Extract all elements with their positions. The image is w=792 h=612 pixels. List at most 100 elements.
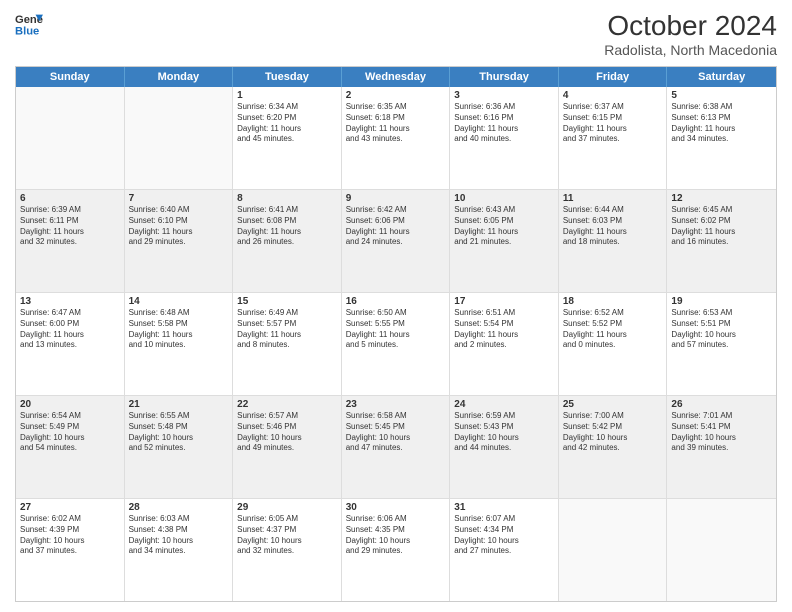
day-number: 18: [563, 296, 663, 307]
header-day-monday: Monday: [125, 67, 234, 87]
day-number: 19: [671, 296, 772, 307]
page: General Blue October 2024 Radolista, Nor…: [0, 0, 792, 612]
cell-info-line: and 8 minutes.: [237, 340, 337, 351]
cell-info-line: Sunset: 5:46 PM: [237, 422, 337, 433]
calendar-cell: [559, 499, 668, 601]
cell-info-line: Sunset: 5:49 PM: [20, 422, 120, 433]
cell-info-line: Daylight: 11 hours: [237, 227, 337, 238]
header-day-sunday: Sunday: [16, 67, 125, 87]
cell-info-line: Daylight: 11 hours: [454, 124, 554, 135]
cell-info-line: Daylight: 10 hours: [20, 536, 120, 547]
cell-info-line: Sunrise: 6:44 AM: [563, 205, 663, 216]
cell-info-line: Sunrise: 6:48 AM: [129, 308, 229, 319]
calendar-cell: 20Sunrise: 6:54 AMSunset: 5:49 PMDayligh…: [16, 396, 125, 498]
cell-info-line: Sunrise: 6:39 AM: [20, 205, 120, 216]
cell-info-line: Sunset: 6:08 PM: [237, 216, 337, 227]
day-number: 8: [237, 193, 337, 204]
cell-info-line: Sunrise: 6:35 AM: [346, 102, 446, 113]
svg-text:Blue: Blue: [15, 25, 39, 37]
day-number: 20: [20, 399, 120, 410]
day-number: 27: [20, 502, 120, 513]
calendar-cell: 10Sunrise: 6:43 AMSunset: 6:05 PMDayligh…: [450, 190, 559, 292]
calendar-cell: 13Sunrise: 6:47 AMSunset: 6:00 PMDayligh…: [16, 293, 125, 395]
day-number: 30: [346, 502, 446, 513]
day-number: 23: [346, 399, 446, 410]
calendar-row-0: 1Sunrise: 6:34 AMSunset: 6:20 PMDaylight…: [16, 87, 776, 190]
calendar-cell: 14Sunrise: 6:48 AMSunset: 5:58 PMDayligh…: [125, 293, 234, 395]
day-number: 4: [563, 90, 663, 101]
day-number: 22: [237, 399, 337, 410]
cell-info-line: Sunset: 4:39 PM: [20, 525, 120, 536]
cell-info-line: Daylight: 10 hours: [454, 536, 554, 547]
cell-info-line: and 13 minutes.: [20, 340, 120, 351]
day-number: 28: [129, 502, 229, 513]
cell-info-line: Sunrise: 6:52 AM: [563, 308, 663, 319]
cell-info-line: Sunset: 5:55 PM: [346, 319, 446, 330]
cell-info-line: Daylight: 11 hours: [563, 227, 663, 238]
cell-info-line: Daylight: 10 hours: [346, 433, 446, 444]
calendar-cell: 3Sunrise: 6:36 AMSunset: 6:16 PMDaylight…: [450, 87, 559, 189]
cell-info-line: Sunrise: 7:00 AM: [563, 411, 663, 422]
cell-info-line: and 40 minutes.: [454, 134, 554, 145]
day-number: 15: [237, 296, 337, 307]
cell-info-line: Daylight: 10 hours: [129, 536, 229, 547]
cell-info-line: and 32 minutes.: [237, 546, 337, 557]
cell-info-line: Sunset: 5:51 PM: [671, 319, 772, 330]
cell-info-line: Sunset: 6:02 PM: [671, 216, 772, 227]
cell-info-line: Daylight: 10 hours: [671, 433, 772, 444]
calendar-cell: 7Sunrise: 6:40 AMSunset: 6:10 PMDaylight…: [125, 190, 234, 292]
calendar-row-3: 20Sunrise: 6:54 AMSunset: 5:49 PMDayligh…: [16, 396, 776, 499]
cell-info-line: Sunrise: 6:57 AM: [237, 411, 337, 422]
cell-info-line: Sunrise: 6:34 AM: [237, 102, 337, 113]
cell-info-line: Daylight: 10 hours: [20, 433, 120, 444]
cell-info-line: and 2 minutes.: [454, 340, 554, 351]
cell-info-line: Sunrise: 6:03 AM: [129, 514, 229, 525]
calendar: SundayMondayTuesdayWednesdayThursdayFrid…: [15, 66, 777, 602]
calendar-cell: 5Sunrise: 6:38 AMSunset: 6:13 PMDaylight…: [667, 87, 776, 189]
cell-info-line: Sunset: 5:42 PM: [563, 422, 663, 433]
cell-info-line: and 47 minutes.: [346, 443, 446, 454]
cell-info-line: Sunrise: 6:47 AM: [20, 308, 120, 319]
location-subtitle: Radolista, North Macedonia: [604, 42, 777, 58]
cell-info-line: and 57 minutes.: [671, 340, 772, 351]
cell-info-line: and 45 minutes.: [237, 134, 337, 145]
calendar-cell: 12Sunrise: 6:45 AMSunset: 6:02 PMDayligh…: [667, 190, 776, 292]
cell-info-line: Sunset: 5:52 PM: [563, 319, 663, 330]
cell-info-line: Sunset: 5:54 PM: [454, 319, 554, 330]
day-number: 7: [129, 193, 229, 204]
cell-info-line: Daylight: 10 hours: [671, 330, 772, 341]
cell-info-line: and 52 minutes.: [129, 443, 229, 454]
day-number: 25: [563, 399, 663, 410]
cell-info-line: and 34 minutes.: [671, 134, 772, 145]
cell-info-line: Sunset: 6:15 PM: [563, 113, 663, 124]
day-number: 26: [671, 399, 772, 410]
cell-info-line: Daylight: 11 hours: [129, 330, 229, 341]
day-number: 5: [671, 90, 772, 101]
cell-info-line: and 42 minutes.: [563, 443, 663, 454]
cell-info-line: Daylight: 11 hours: [671, 227, 772, 238]
calendar-cell: 2Sunrise: 6:35 AMSunset: 6:18 PMDaylight…: [342, 87, 451, 189]
cell-info-line: Daylight: 10 hours: [237, 536, 337, 547]
header-day-wednesday: Wednesday: [342, 67, 451, 87]
day-number: 11: [563, 193, 663, 204]
cell-info-line: Sunrise: 6:40 AM: [129, 205, 229, 216]
day-number: 9: [346, 193, 446, 204]
cell-info-line: Sunrise: 6:59 AM: [454, 411, 554, 422]
cell-info-line: Sunset: 4:37 PM: [237, 525, 337, 536]
calendar-cell: 18Sunrise: 6:52 AMSunset: 5:52 PMDayligh…: [559, 293, 668, 395]
cell-info-line: Daylight: 11 hours: [129, 227, 229, 238]
cell-info-line: and 37 minutes.: [20, 546, 120, 557]
day-number: 12: [671, 193, 772, 204]
day-number: 21: [129, 399, 229, 410]
calendar-header: SundayMondayTuesdayWednesdayThursdayFrid…: [16, 67, 776, 87]
header-day-thursday: Thursday: [450, 67, 559, 87]
cell-info-line: Sunrise: 6:42 AM: [346, 205, 446, 216]
cell-info-line: Daylight: 11 hours: [237, 124, 337, 135]
cell-info-line: Sunset: 5:45 PM: [346, 422, 446, 433]
cell-info-line: Sunrise: 6:41 AM: [237, 205, 337, 216]
cell-info-line: Sunrise: 6:51 AM: [454, 308, 554, 319]
cell-info-line: Sunrise: 6:36 AM: [454, 102, 554, 113]
calendar-cell: 25Sunrise: 7:00 AMSunset: 5:42 PMDayligh…: [559, 396, 668, 498]
calendar-cell: 4Sunrise: 6:37 AMSunset: 6:15 PMDaylight…: [559, 87, 668, 189]
day-number: 10: [454, 193, 554, 204]
